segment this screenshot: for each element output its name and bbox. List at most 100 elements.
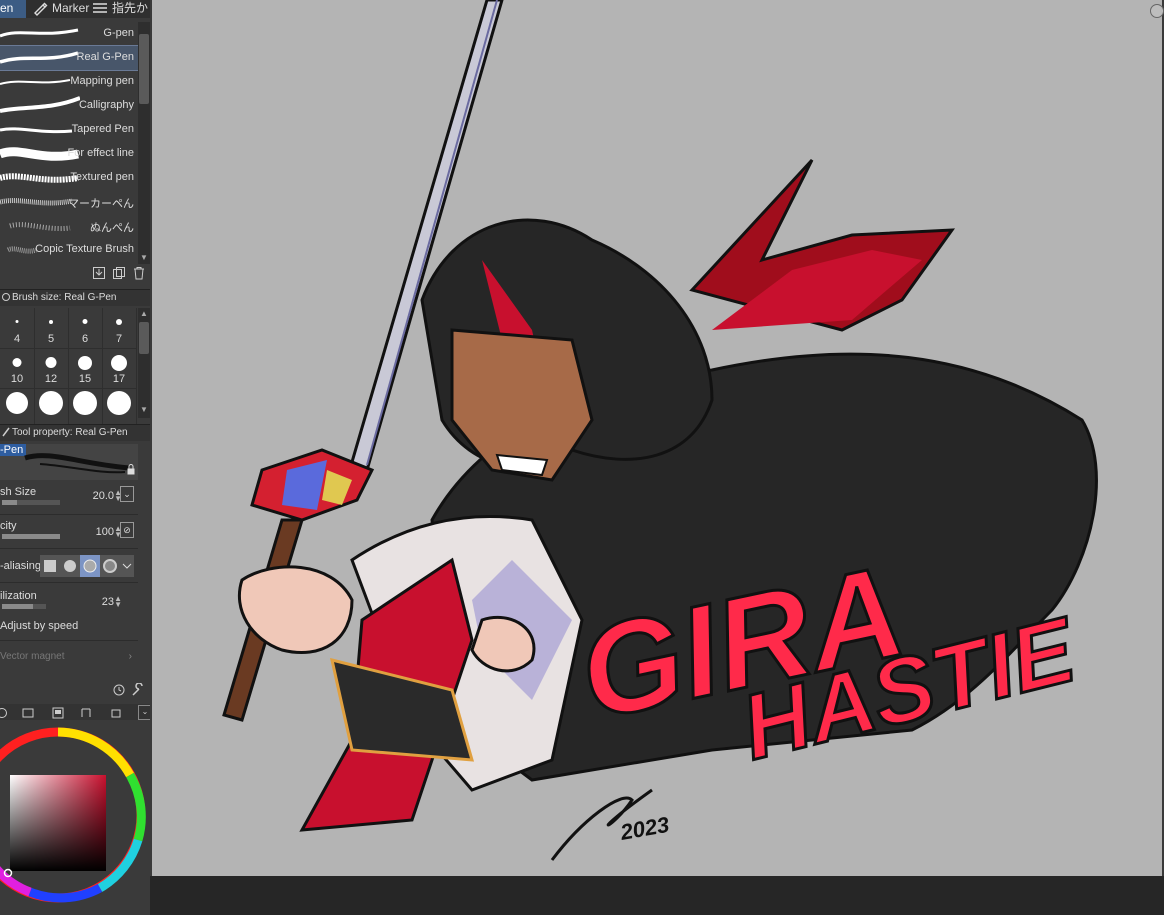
brush-size-slider[interactable]: [2, 500, 60, 505]
signature-year: 2023: [618, 812, 672, 845]
brush-size-cell[interactable]: 17: [102, 348, 137, 389]
trash-icon[interactable]: [132, 266, 146, 280]
antialiasing-label: -aliasing: [0, 560, 41, 572]
stabilization-value: 23: [101, 596, 114, 608]
brush-size-cell[interactable]: [102, 388, 137, 429]
slider-fill: [2, 604, 33, 609]
brush-item-real-g-pen[interactable]: Real G-Pen: [0, 45, 139, 71]
tab-blend[interactable]: 指先か: [90, 0, 150, 18]
divider: [0, 582, 138, 583]
adjust-speed-row[interactable]: Adjust by speed: [0, 620, 138, 634]
brush-size-cell[interactable]: 15: [68, 348, 103, 389]
artwork-illustration: GIRA HASTIE 2023: [222, 0, 1098, 861]
left-panel: en Marker 指先か G-pen Real G-Pen Mapping p…: [0, 0, 150, 915]
color-panel-tabs: ⌄: [0, 704, 150, 720]
brush-size-panel-icon: [1, 291, 11, 309]
brush-label: Calligraphy: [78, 99, 134, 111]
pressure-toggle-button[interactable]: ⌄: [120, 486, 134, 502]
brush-size-value: 5: [47, 333, 55, 345]
tool-property-header: Tool property: Real G-Pen: [0, 424, 150, 441]
brush-size-value: 15: [78, 373, 92, 385]
brush-preview: -Pen: [0, 444, 138, 480]
opacity-label: city: [0, 520, 17, 532]
brush-size-cell[interactable]: 4: [0, 308, 35, 349]
brush-item-textured-pen[interactable]: Textured pen: [0, 166, 138, 190]
brush-size-cell[interactable]: 6: [68, 308, 103, 349]
brush-item-effect-line[interactable]: For effect line: [0, 142, 138, 166]
sub-tool-list: G-pen Real G-Pen Mapping pen Calligraphy…: [0, 22, 139, 264]
brush-label: Copic Texture Brush: [35, 243, 134, 255]
spin-arrows-icon[interactable]: ▲ ▼: [114, 595, 122, 609]
tab-marker[interactable]: Marker: [30, 0, 90, 21]
save-preset-icon[interactable]: [92, 266, 106, 280]
canvas-corner-icon[interactable]: [1150, 4, 1164, 18]
brush-item-g-pen[interactable]: G-pen: [0, 22, 138, 46]
brush-size-cell[interactable]: [68, 388, 103, 429]
brush-size-cell[interactable]: [34, 388, 69, 429]
opacity-row: city 100 ▲ ▼ ⊘: [0, 518, 138, 546]
color-wheel[interactable]: [0, 720, 150, 915]
canvas-area[interactable]: GIRA HASTIE 2023: [150, 0, 1164, 915]
scroll-down-icon[interactable]: ▼: [138, 252, 150, 264]
chevron-right-icon[interactable]: ›: [129, 651, 132, 662]
brush-size-cell[interactable]: 7: [102, 308, 137, 349]
chevron-down-icon[interactable]: ⌄: [138, 705, 150, 720]
brush-label: Tapered Pen: [71, 123, 134, 135]
opacity-slider[interactable]: [2, 534, 60, 539]
scroll-thumb[interactable]: [139, 34, 149, 104]
brush-label: ぬんぺん: [90, 222, 134, 234]
wrench-icon[interactable]: [131, 682, 145, 697]
brush-size-panel-header: Brush size: Real G-Pen: [0, 289, 150, 306]
brush-item-marker-pen[interactable]: マーカーペん: [0, 190, 138, 214]
brush-size-value: 4: [13, 333, 21, 345]
scroll-down-icon[interactable]: ▼: [138, 404, 150, 416]
stroke-preview-icon: [0, 127, 73, 134]
brush-size-value: 12: [44, 373, 58, 385]
brush-size-cell[interactable]: 5: [34, 308, 69, 349]
stroke-preview-icon: [9, 222, 71, 232]
brush-item-nunpen[interactable]: ぬんぺん: [0, 214, 138, 238]
slider-fill: [2, 534, 60, 539]
aa-option-weak[interactable]: [60, 555, 80, 577]
canvas[interactable]: GIRA HASTIE 2023: [152, 0, 1162, 876]
brush-label: Real G-Pen: [76, 51, 134, 63]
aa-option-strong[interactable]: [100, 555, 120, 577]
marker-icon: [32, 0, 48, 21]
brush-label: Textured pen: [70, 171, 134, 183]
sub-tool-scrollbar[interactable]: ▼: [138, 22, 150, 264]
stabilization-slider[interactable]: [2, 604, 46, 609]
stroke-preview-icon: [0, 28, 79, 38]
duplicate-icon[interactable]: [112, 266, 126, 280]
chevron-down-icon[interactable]: [120, 555, 134, 577]
tab-pen[interactable]: en: [0, 0, 26, 18]
reset-icon[interactable]: [112, 683, 126, 697]
brush-size-cell[interactable]: 12: [34, 348, 69, 389]
scroll-up-icon[interactable]: ▲: [138, 308, 150, 320]
divider: [0, 548, 138, 549]
opacity-toggle-button[interactable]: ⊘: [120, 522, 134, 538]
vector-magnet-row[interactable]: Vector magnet ›: [0, 651, 138, 665]
brush-label: G-pen: [103, 27, 134, 39]
aa-option-none[interactable]: [40, 555, 60, 577]
aa-option-medium[interactable]: [80, 555, 100, 577]
slider-fill: [2, 500, 17, 505]
canvas-status-area: [150, 876, 1164, 915]
brush-size-scrollbar[interactable]: ▲ ▼: [138, 308, 150, 418]
tab-marker-label: Marker: [52, 1, 90, 15]
stroke-preview-icon: [0, 96, 80, 113]
lock-icon[interactable]: [126, 462, 136, 480]
brush-size-grid: 4 5 6 7 10 12 15 17: [0, 308, 137, 429]
brush-item-calligraphy[interactable]: Calligraphy: [0, 94, 138, 118]
list-icon: [92, 1, 108, 20]
brush-size-cell[interactable]: [0, 388, 35, 429]
brush-label: Mapping pen: [70, 75, 134, 87]
stroke-preview-icon: [0, 51, 79, 64]
brush-item-mapping-pen[interactable]: Mapping pen: [0, 70, 138, 94]
brush-size-value: 7: [115, 333, 123, 345]
brush-item-tapered-pen[interactable]: Tapered Pen: [0, 118, 138, 142]
stroke-preview-icon: [24, 453, 131, 474]
brush-item-copic-texture[interactable]: Copic Texture Brush: [0, 238, 138, 262]
brush-size-cell[interactable]: 10: [0, 348, 35, 389]
brush-size-value: 20.0: [92, 490, 114, 502]
scroll-thumb[interactable]: [139, 322, 149, 354]
